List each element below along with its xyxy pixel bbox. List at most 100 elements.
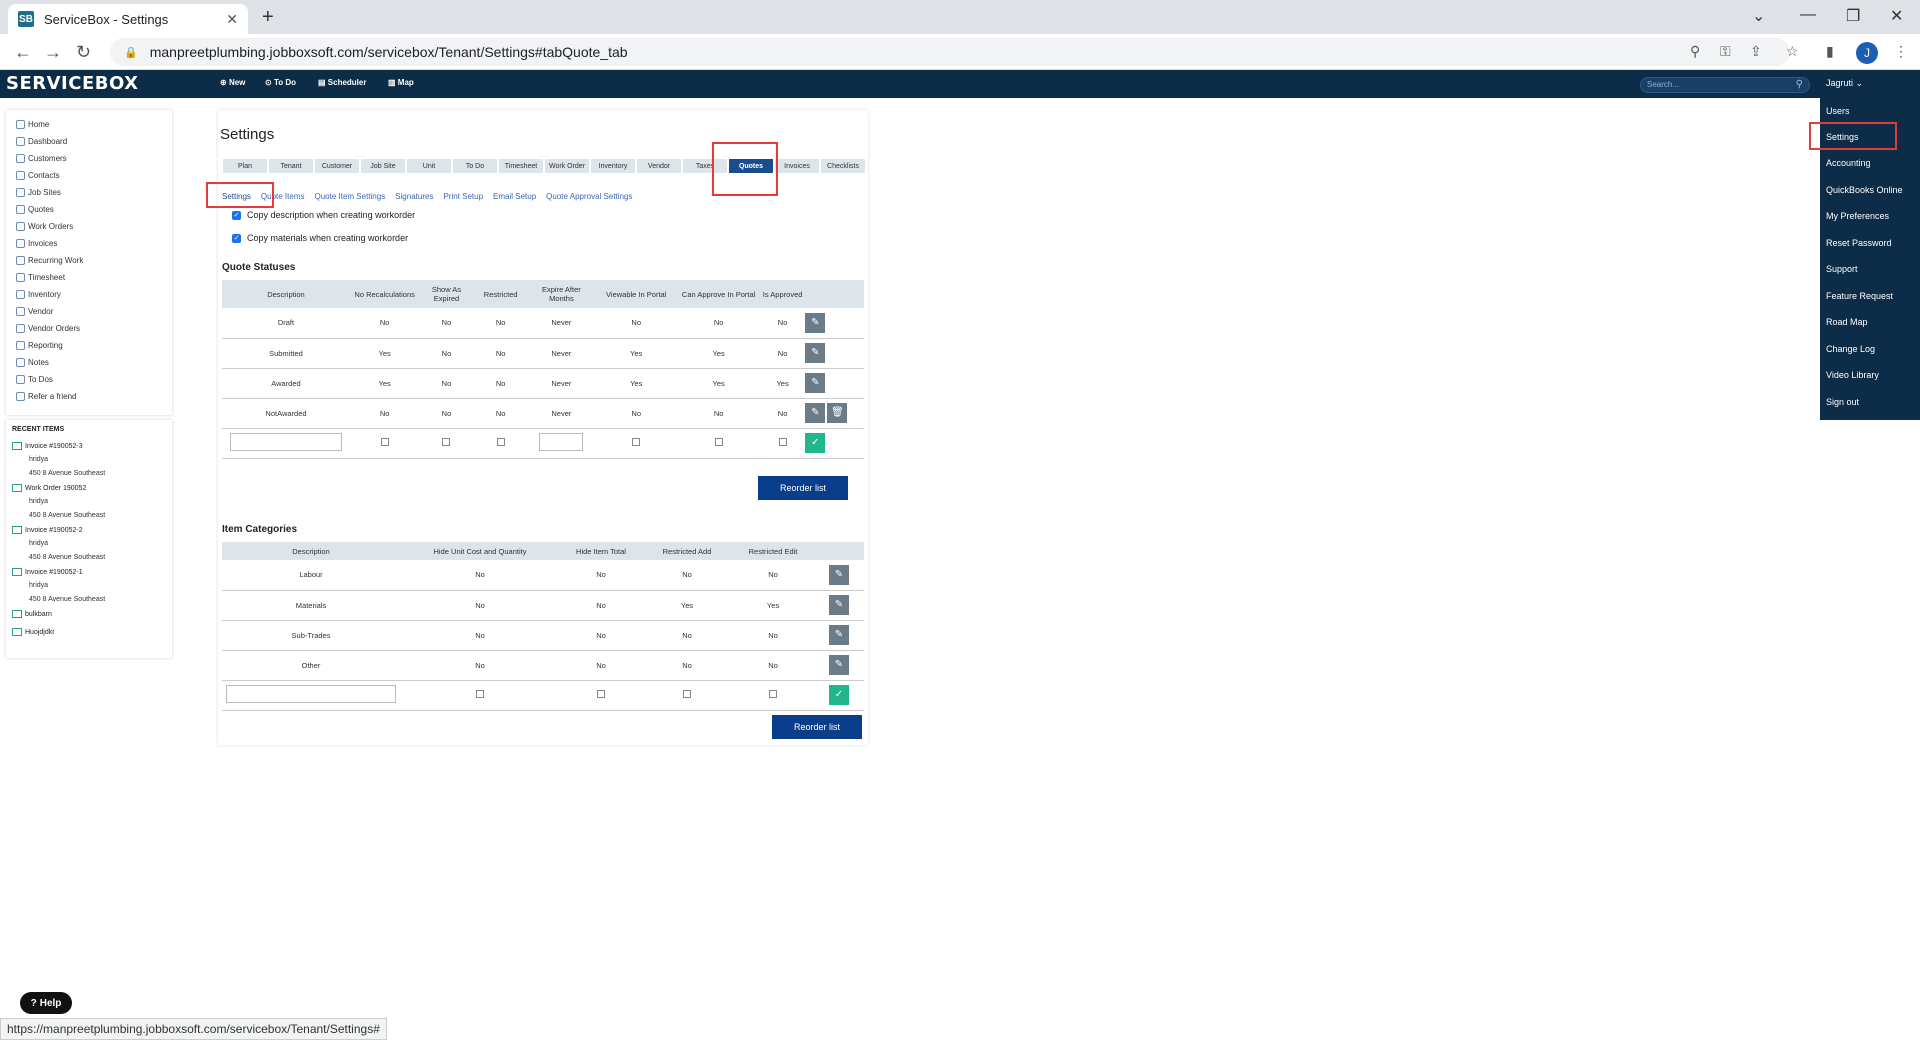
tab-unit[interactable]: Unit [406, 158, 452, 174]
menu-video-library[interactable]: Video Library [1826, 370, 1879, 380]
sidebar-item-notes[interactable]: Notes [16, 358, 49, 367]
window-close-icon[interactable]: ✕ [1890, 6, 1903, 26]
sidebar-item-work-orders[interactable]: Work Orders [16, 222, 73, 231]
nav-map[interactable]: ▥ Map [388, 78, 414, 87]
tab-invoices[interactable]: Invoices [774, 158, 820, 174]
forward-icon[interactable]: → [44, 42, 62, 63]
sidebar-item-recurring-work[interactable]: Recurring Work [16, 256, 83, 265]
back-icon[interactable]: ← [14, 42, 32, 63]
hide-item-total-checkbox[interactable] [597, 690, 605, 698]
subtab-quote-approval-settings[interactable]: Quote Approval Settings [546, 192, 632, 201]
sidebar-item-job-sites[interactable]: Job Sites [16, 188, 61, 197]
copy-materials-checkbox[interactable]: ✓ Copy materials when creating workorder [232, 233, 408, 243]
side-panel-icon[interactable]: ▮ [1826, 43, 1834, 60]
sidebar-item-vendor[interactable]: Vendor [16, 307, 53, 316]
url-input[interactable]: 🔒 manpreetplumbing.jobboxsoft.com/servic… [110, 38, 1790, 66]
reorder-categories-button[interactable]: Reorder list [772, 715, 862, 739]
no-recalc-checkbox[interactable] [380, 438, 389, 446]
help-button[interactable]: ? Help [20, 992, 72, 1014]
user-menu-toggle[interactable]: Jagruti ⌄ [1826, 78, 1863, 89]
subtab-email-setup[interactable]: Email Setup [493, 192, 536, 201]
tab-checklists[interactable]: Checklists [820, 158, 866, 174]
tab-job-site[interactable]: Job Site [360, 158, 406, 174]
edit-icon[interactable]: ✎ [829, 595, 849, 615]
menu-preferences[interactable]: My Preferences [1826, 211, 1889, 221]
tab-to-do[interactable]: To Do [452, 158, 498, 174]
new-status-description-input[interactable] [229, 433, 342, 451]
edit-icon[interactable]: ✎ [829, 625, 849, 645]
restricted-checkbox[interactable] [496, 438, 505, 446]
sidebar-item-customers[interactable]: Customers [16, 154, 67, 163]
new-category-description-input[interactable] [226, 685, 396, 703]
recent-item[interactable]: Huojdjdkr [12, 628, 55, 636]
tab-plan[interactable]: Plan [222, 158, 268, 174]
edit-icon[interactable]: ✎ [805, 312, 826, 333]
search-icon[interactable]: ⚲ [1796, 78, 1803, 92]
recent-item[interactable]: Invoice #190052-2 [12, 526, 83, 534]
key-icon[interactable]: ⚿ [1720, 43, 1731, 60]
nav-new[interactable]: ⊕ New [220, 78, 245, 87]
edit-icon[interactable]: ✎ [805, 343, 826, 363]
star-icon[interactable]: ☆ [1786, 43, 1799, 60]
tab-work-order[interactable]: Work Order [544, 158, 590, 174]
expire-months-input[interactable] [539, 433, 584, 451]
app-logo[interactable]: SERVICEBOX [6, 73, 139, 94]
subtab-quote-item-settings[interactable]: Quote Item Settings [314, 192, 385, 201]
sidebar-item-contacts[interactable]: Contacts [16, 171, 60, 180]
sidebar-item-home[interactable]: Home [16, 120, 49, 129]
sidebar-item-refer[interactable]: Refer a friend [16, 392, 76, 401]
menu-change-log[interactable]: Change Log [1826, 344, 1875, 354]
tab-customer[interactable]: Customer [314, 158, 360, 174]
sidebar-item-dashboard[interactable]: Dashboard [16, 137, 67, 146]
minimize-icon[interactable]: — [1800, 6, 1816, 24]
sidebar-item-timesheet[interactable]: Timesheet [16, 273, 65, 282]
location-icon[interactable]: ⚲ [1690, 43, 1700, 60]
sidebar-item-to-dos[interactable]: To Dos [16, 375, 53, 384]
edit-icon[interactable]: ✎ [805, 373, 826, 393]
close-tab-icon[interactable]: ✕ [226, 11, 238, 28]
menu-quickbooks[interactable]: QuickBooks Online [1826, 185, 1903, 195]
edit-icon[interactable]: ✎ [829, 655, 849, 675]
check-icon[interactable]: ✓ [805, 433, 826, 453]
tab-timesheet[interactable]: Timesheet [498, 158, 544, 174]
tab-inventory[interactable]: Inventory [590, 158, 636, 174]
recent-item[interactable]: Work Order 190052 [12, 484, 86, 492]
restore-icon[interactable]: ❐ [1846, 6, 1860, 26]
approve-portal-checkbox[interactable] [714, 438, 723, 446]
menu-feature-request[interactable]: Feature Request [1826, 291, 1893, 301]
sidebar-item-vendor-orders[interactable]: Vendor Orders [16, 324, 80, 333]
tab-tenant[interactable]: Tenant [268, 158, 314, 174]
sidebar-item-quotes[interactable]: Quotes [16, 205, 54, 214]
profile-avatar[interactable]: J [1856, 42, 1878, 64]
tab-search-icon[interactable]: ⌄ [1752, 6, 1765, 26]
edit-icon[interactable]: ✎ [829, 564, 849, 585]
recent-item[interactable]: Invoice #190052-3 [12, 442, 83, 450]
hide-unit-cost-checkbox[interactable] [476, 690, 484, 698]
restricted-edit-checkbox[interactable] [769, 690, 777, 698]
recent-item[interactable]: Invoice #190052-1 [12, 568, 83, 576]
recent-item[interactable]: bulkbarn [12, 610, 52, 618]
subtab-print-setup[interactable]: Print Setup [443, 192, 483, 201]
subtab-signatures[interactable]: Signatures [395, 192, 433, 201]
share-icon[interactable]: ⇪ [1750, 43, 1762, 60]
browser-tab[interactable]: SB ServiceBox - Settings ✕ [8, 4, 248, 34]
menu-support[interactable]: Support [1826, 264, 1858, 274]
is-approved-checkbox[interactable] [778, 438, 787, 446]
menu-icon[interactable]: ⋮ [1894, 43, 1908, 60]
menu-reset-password[interactable]: Reset Password [1826, 238, 1892, 248]
show-expired-checkbox[interactable] [442, 438, 451, 446]
sidebar-item-inventory[interactable]: Inventory [16, 290, 61, 299]
viewable-portal-checkbox[interactable] [632, 438, 641, 446]
app-search-input[interactable]: Search... ⚲ [1640, 77, 1810, 93]
menu-sign-out[interactable]: Sign out [1826, 397, 1859, 407]
nav-scheduler[interactable]: ▤ Scheduler [318, 78, 366, 87]
menu-accounting[interactable]: Accounting [1826, 158, 1871, 168]
trash-icon[interactable]: 🗑 [827, 403, 848, 423]
menu-road-map[interactable]: Road Map [1826, 317, 1868, 327]
copy-description-checkbox[interactable]: ✓ Copy description when creating workorde… [232, 210, 415, 220]
check-icon[interactable]: ✓ [829, 685, 849, 705]
sidebar-item-reporting[interactable]: Reporting [16, 341, 63, 350]
restricted-add-checkbox[interactable] [683, 690, 691, 698]
reorder-statuses-button[interactable]: Reorder list [758, 476, 848, 500]
sidebar-item-invoices[interactable]: Invoices [16, 239, 57, 248]
